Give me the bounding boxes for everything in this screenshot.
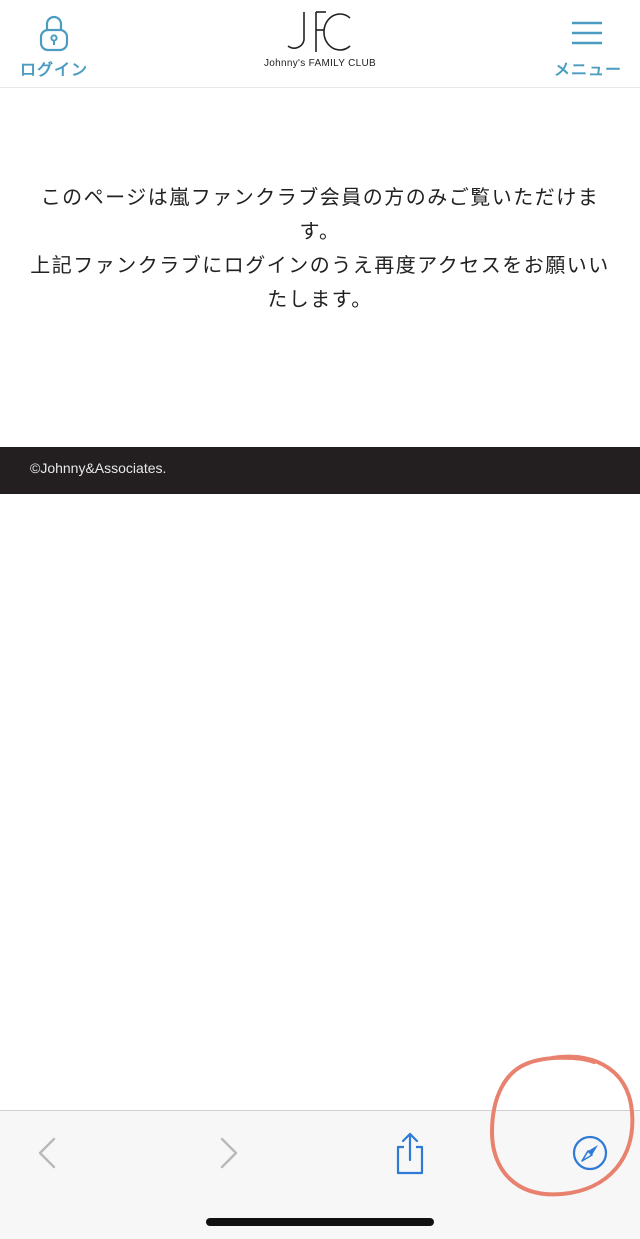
site-header: ログイン Johnny's FAMILY CLUB メニュー (0, 0, 640, 88)
home-indicator (206, 1218, 434, 1226)
share-button[interactable] (388, 1131, 432, 1175)
logo-caption: Johnny's FAMILY CLUB (263, 58, 377, 69)
message-line: このページは嵐ファンクラブ会員の方のみご覧いただけます。 (40, 185, 600, 243)
share-icon (396, 1132, 424, 1175)
menu-button[interactable]: メニュー (548, 16, 628, 79)
members-only-message: このページは嵐ファンクラブ会員の方のみご覧いただけます。 上記ファンクラブにログ… (30, 180, 610, 316)
login-label: ログイン (19, 60, 88, 79)
copyright-text: ©Johnny&Associates. (30, 460, 167, 476)
forward-button[interactable] (206, 1131, 250, 1175)
login-button[interactable]: ログイン (18, 12, 90, 79)
jfc-logo[interactable]: Johnny's FAMILY CLUB (258, 10, 382, 74)
back-button[interactable] (26, 1131, 70, 1175)
bookmarks-compass-button[interactable] (568, 1131, 612, 1175)
menu-label: メニュー (553, 60, 622, 79)
jfc-logo-mark (287, 11, 351, 52)
lock-icon (39, 15, 69, 52)
hamburger-menu-icon (572, 21, 602, 45)
compass-icon (572, 1135, 608, 1171)
back-chevron-icon (38, 1137, 56, 1169)
site-footer: ©Johnny&Associates. (0, 447, 640, 494)
forward-chevron-icon (220, 1137, 238, 1169)
message-line: 上記ファンクラブにログインのうえ再度アクセスをお願いいたします。 (30, 253, 610, 311)
